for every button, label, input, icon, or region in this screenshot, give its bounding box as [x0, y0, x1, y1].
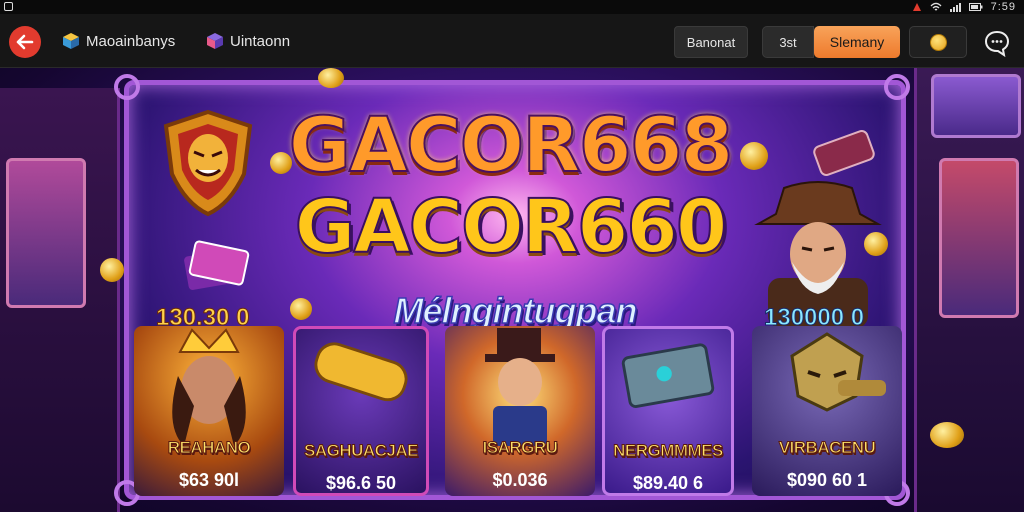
tab-maoainbanys[interactable]: Maoainbanys	[62, 28, 175, 54]
cannon-icon	[813, 130, 875, 176]
tab-label: Maoainbanys	[86, 32, 176, 50]
coin-icon	[100, 258, 124, 282]
game-banner[interactable]: GACOR668 GACOR660 Mélngintugpan 130.30 0…	[0, 68, 1024, 512]
coin-icon	[318, 68, 344, 88]
back-button[interactable]	[9, 26, 41, 58]
clock: 7:59	[990, 1, 1016, 13]
cube-icon	[63, 33, 79, 49]
arrow-left-icon	[16, 34, 34, 50]
signal-icon	[949, 2, 961, 12]
coin-icon	[930, 34, 947, 51]
tab-label: Uintaonn	[230, 32, 291, 50]
frame-ornament	[114, 74, 140, 100]
card-title: SAGHUACJAE	[303, 441, 419, 461]
coin-balance-button[interactable]	[909, 26, 967, 58]
card-title: NERGMMMES	[613, 441, 724, 461]
card-price: $96.6 50	[325, 473, 397, 493]
shield-mask-icon	[163, 109, 253, 217]
coin-icon	[930, 422, 964, 448]
slemany-button[interactable]: Slemany	[814, 26, 900, 58]
chat-bubble-icon	[984, 30, 1010, 58]
game-logo-secondary: GACOR660	[294, 183, 729, 271]
wifi-icon	[930, 2, 942, 11]
card-price: $63 90l	[178, 470, 240, 490]
game-card[interactable]: VIRBACENU $090 60 1	[752, 326, 902, 496]
cube-icon	[207, 33, 223, 49]
game-card[interactable]: SAGHUACJAE $96.6 50	[293, 326, 429, 496]
banonat-button[interactable]: Banonat	[674, 26, 748, 58]
card-price: $0.036	[492, 470, 548, 490]
game-logo-primary: GACOR668	[288, 99, 735, 190]
ticket-stack-icon	[184, 240, 250, 290]
3st-button[interactable]: 3st	[762, 26, 814, 58]
top-bar: Maoainbanys Uintaonn Banonat 3st Slemany	[0, 14, 1024, 68]
gold-scroll-icon	[314, 342, 408, 402]
arcade-machine-right	[914, 68, 1024, 512]
coin-icon	[740, 142, 768, 170]
notification-icon	[4, 2, 13, 11]
coin-icon	[290, 298, 312, 320]
game-card[interactable]: REAHANO $63 90l	[134, 326, 284, 496]
treasure-chest-icon	[621, 343, 715, 408]
arcade-machine-left	[0, 88, 120, 512]
game-card[interactable]: NERGMMMES $89.40 6	[602, 326, 734, 496]
status-bar: 7:59	[0, 0, 1024, 14]
game-card[interactable]: ISARGRU $0.036	[445, 326, 595, 496]
battery-icon	[968, 3, 983, 11]
card-title: VIRBACENU	[778, 438, 876, 458]
tab-uintaonn[interactable]: Uintaonn	[206, 28, 290, 54]
chat-button[interactable]	[982, 28, 1012, 58]
card-title: ISARGRU	[482, 438, 558, 458]
card-price: $090 60 1	[786, 470, 868, 490]
card-title: REAHANO	[167, 438, 251, 458]
alert-icon	[912, 3, 921, 11]
card-price: $89.40 6	[632, 473, 704, 493]
frame-ornament	[884, 74, 910, 100]
